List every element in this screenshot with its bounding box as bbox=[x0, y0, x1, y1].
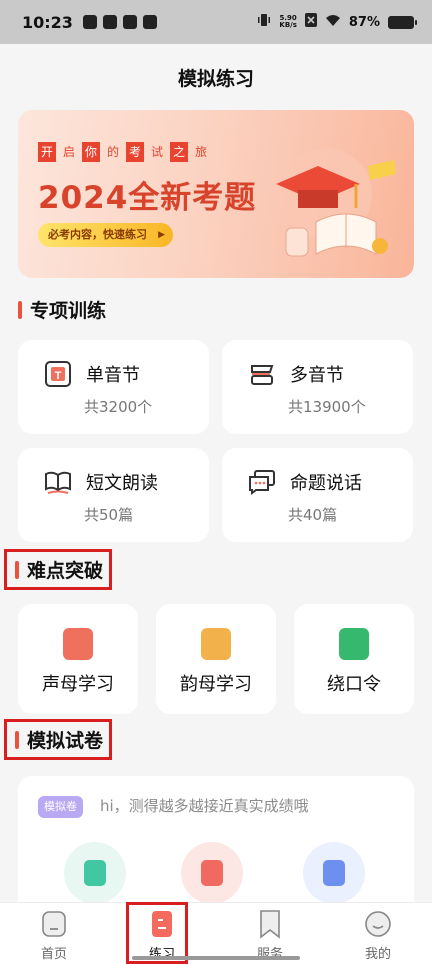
section-title: 专项训练 bbox=[30, 300, 107, 322]
card-title: 短文朗读 bbox=[86, 473, 158, 494]
notification-icon bbox=[82, 15, 97, 29]
page-title: 模拟练习 bbox=[177, 68, 254, 90]
home-indicator bbox=[132, 956, 300, 960]
card-count: 共40篇 bbox=[288, 506, 338, 524]
mock-paper-button[interactable] bbox=[181, 842, 243, 904]
t-letter-icon: T bbox=[44, 360, 72, 388]
net-speed: 5.90 KB/s bbox=[279, 14, 297, 29]
section-accent-bar bbox=[15, 560, 19, 579]
card-initials[interactable]: 声母学习 bbox=[18, 604, 138, 714]
section-accent-bar bbox=[18, 300, 22, 319]
tab-home[interactable]: 首页 bbox=[0, 903, 108, 964]
section-difficulty-header: 难点突破 bbox=[3, 549, 113, 590]
card-tongue-twister[interactable]: 绕口令 bbox=[294, 604, 414, 714]
profile-icon bbox=[365, 911, 391, 937]
card-finals[interactable]: 韵母学习 bbox=[156, 604, 276, 714]
promo-banner[interactable]: 开 启 你 的 考 试 之 旅 2024全新考题 必考内容，快速练习 bbox=[18, 110, 414, 278]
sim-icon bbox=[304, 13, 317, 31]
notification-icons bbox=[82, 15, 157, 29]
banner-title: 2024全新考题 bbox=[38, 180, 257, 216]
bookmark-icon bbox=[260, 910, 280, 939]
notification-icon bbox=[102, 15, 117, 29]
tab-service[interactable]: 服务 bbox=[216, 903, 324, 964]
tab-highlight-box bbox=[126, 902, 188, 964]
card-title: 韵母学习 bbox=[180, 674, 252, 695]
notification-icon bbox=[122, 15, 137, 29]
mock-hint-text: hi，测得越多越接近真实成绩哦 bbox=[100, 797, 309, 815]
section-title: 难点突破 bbox=[27, 560, 104, 582]
section-title: 模拟试卷 bbox=[27, 730, 104, 752]
battery-text: 87% bbox=[348, 14, 380, 30]
tab-profile[interactable]: 我的 bbox=[324, 903, 432, 964]
card-count: 共50篇 bbox=[84, 506, 134, 524]
card-title: 命题说话 bbox=[290, 473, 362, 494]
card-count: 共13900个 bbox=[288, 398, 366, 416]
mock-exam-card: 模拟卷 hi，测得越多越接近真实成绩哦 bbox=[18, 776, 414, 916]
mock-paper-button[interactable] bbox=[64, 842, 126, 904]
tiktok-icon bbox=[142, 15, 157, 29]
card-title: 声母学习 bbox=[42, 674, 114, 695]
section-special-header: 专项训练 bbox=[18, 296, 106, 323]
vibrate-icon bbox=[257, 13, 271, 31]
status-right: 5.90 KB/s 87% bbox=[257, 13, 417, 31]
mock-tag-badge: 模拟卷 bbox=[38, 796, 83, 818]
status-time: 10:23 bbox=[22, 12, 73, 32]
bottom-tab-bar: 首页 练习 服务 我的 bbox=[0, 902, 432, 964]
card-title: 多音节 bbox=[290, 365, 344, 386]
battery-icon bbox=[388, 15, 417, 29]
graduation-book-illustration bbox=[276, 148, 396, 257]
card-topic-speaking[interactable]: 命题说话 共40篇 bbox=[222, 448, 413, 542]
card-count: 共3200个 bbox=[84, 398, 153, 416]
svg-text:T: T bbox=[55, 370, 62, 382]
section-accent-bar bbox=[15, 730, 19, 749]
banner-tag: 开 启 你 的 考 试 之 旅 bbox=[38, 142, 210, 162]
chat-icon bbox=[248, 468, 276, 496]
home-icon bbox=[42, 911, 66, 937]
initials-icon bbox=[63, 628, 93, 660]
card-multi-syllable[interactable]: 多音节 共13900个 bbox=[222, 340, 413, 434]
book-icon bbox=[44, 468, 72, 496]
clipboard-icon bbox=[323, 860, 345, 886]
card-title: 绕口令 bbox=[327, 674, 381, 695]
card-single-syllable[interactable]: T 单音节 共3200个 bbox=[18, 340, 209, 434]
card-passage-reading[interactable]: 短文朗读 共50篇 bbox=[18, 448, 209, 542]
phone-icon bbox=[201, 860, 223, 886]
status-bar: 10:23 5.90 KB/s 87% bbox=[0, 0, 432, 44]
wifi-icon bbox=[325, 14, 341, 31]
tongue-twister-icon bbox=[339, 628, 369, 660]
paper-icon bbox=[84, 860, 106, 886]
mock-paper-button[interactable] bbox=[303, 842, 365, 904]
banner-cta-button[interactable]: 必考内容，快速练习 bbox=[38, 223, 173, 247]
card-title: 单音节 bbox=[86, 365, 140, 386]
section-mock-header: 模拟试卷 bbox=[3, 719, 113, 760]
finals-icon bbox=[201, 628, 231, 660]
stack-icon bbox=[248, 360, 276, 388]
